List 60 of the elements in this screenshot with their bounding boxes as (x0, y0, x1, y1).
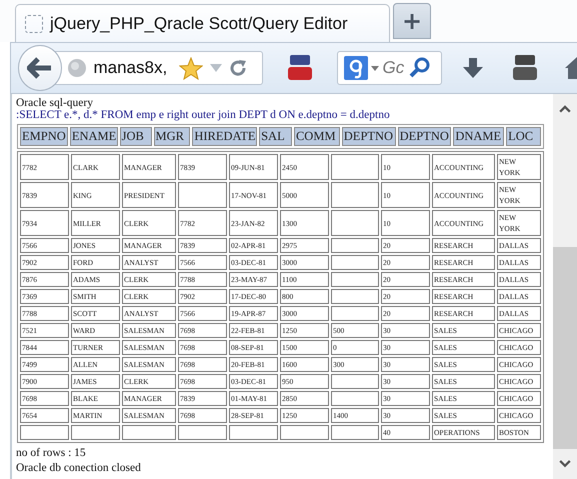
globe-icon (67, 58, 88, 78)
header-label: DNAME (453, 127, 504, 146)
table-cell (331, 391, 379, 406)
scroll-down-icon[interactable] (558, 459, 572, 470)
table-cell (331, 272, 379, 287)
download-button[interactable] (462, 57, 484, 79)
page-heading: Oracle sql-query (16, 97, 94, 109)
reload-icon (229, 59, 248, 77)
row-count: no of rows : 15 (16, 447, 87, 459)
header-label: HIREDATE (192, 127, 258, 146)
header-label: MGR (154, 127, 190, 146)
table-cell (331, 306, 379, 321)
header-label: COMM (294, 127, 340, 146)
star-icon (179, 56, 204, 80)
search-field[interactable]: Gc (382, 58, 406, 78)
sql-query: :SELECT e.*, d.* FROM emp e right outer join DEPT d ON e.deptno = d.deptno (16, 109, 391, 121)
table-cell (331, 154, 379, 180)
url-field[interactable]: manas8x, (93, 58, 174, 78)
search-engine-icon (344, 56, 368, 80)
scrollbar-thumb[interactable] (553, 246, 577, 450)
table-cell (331, 425, 379, 440)
header-label: SAL (259, 127, 292, 146)
back-arrow-icon[interactable] (27, 57, 54, 79)
table-cell (280, 425, 329, 440)
tab-title: jQuery_PHP_Qracle Scott/Query Editor (50, 14, 348, 34)
table-cell (331, 210, 379, 236)
video-site-button[interactable] (287, 54, 314, 82)
header-label: LOC (506, 127, 541, 146)
table-cell (178, 182, 227, 208)
new-tab-button[interactable]: + (393, 3, 431, 39)
table-cell (331, 255, 379, 270)
table-cell (122, 425, 176, 440)
table-cell (331, 289, 379, 304)
table-cell (331, 182, 379, 208)
table-cell (331, 374, 379, 389)
header-label: JOB (120, 127, 152, 146)
browser-tab[interactable]: jQuery_PHP_Qracle Scott/Query Editor (15, 4, 390, 42)
home-button[interactable] (565, 56, 577, 80)
back-button[interactable] (18, 45, 62, 91)
scroll-up-icon[interactable] (558, 104, 572, 114)
page-icon (25, 14, 43, 32)
connection-status: Oracle db conection closed (16, 462, 142, 474)
table-cell (178, 425, 227, 440)
address-bar[interactable]: manas8x, (54, 51, 264, 85)
table-cell (229, 425, 278, 440)
video-site-icon (512, 54, 538, 82)
video-site-icon (287, 54, 314, 82)
table-cell (20, 425, 69, 440)
caret-icon (371, 66, 380, 70)
header-label: ENAME (70, 127, 118, 146)
video-site-button[interactable] (512, 54, 538, 82)
header-label: EMPNO (20, 127, 68, 146)
search-icon (409, 57, 432, 79)
table-cell (331, 238, 379, 253)
table-cell (71, 425, 120, 440)
search-bar[interactable]: Gc (337, 51, 442, 85)
header-label: DEPTNO (342, 127, 396, 146)
scrollbar[interactable] (553, 94, 577, 479)
dropdown-icon (209, 63, 224, 73)
header-label: DEPTNO (398, 127, 452, 146)
